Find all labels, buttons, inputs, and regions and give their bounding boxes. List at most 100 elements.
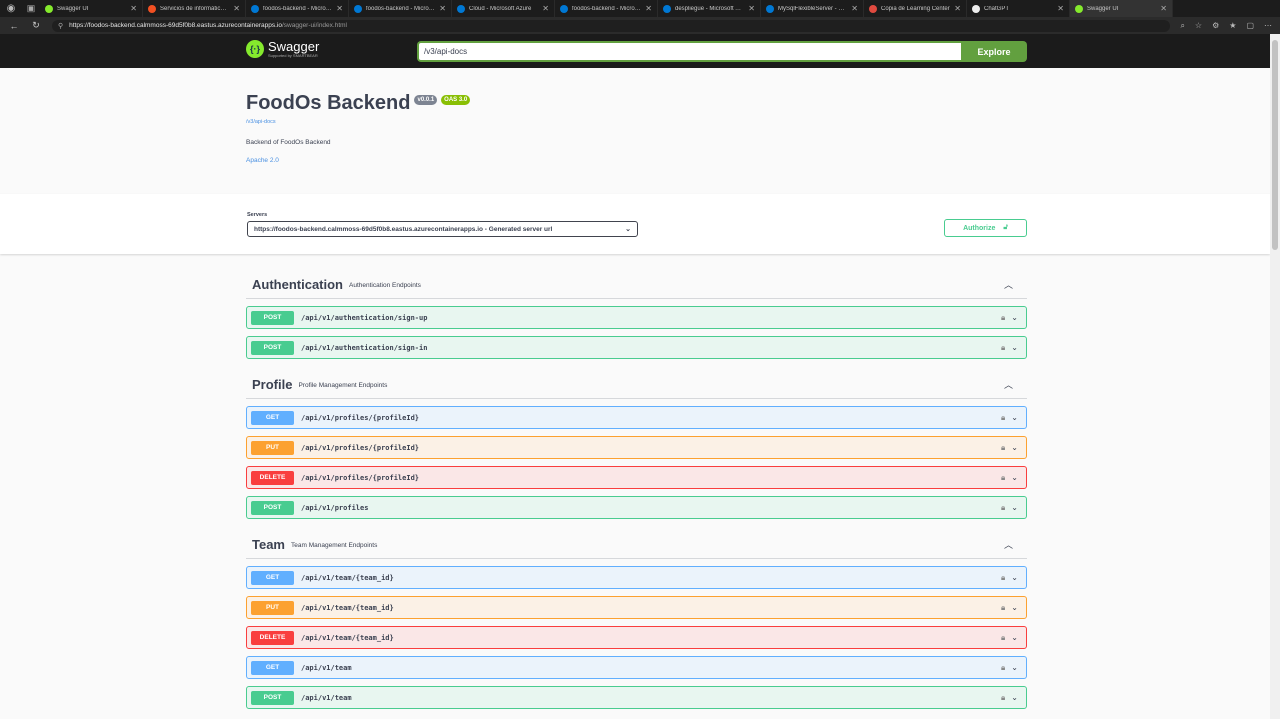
- license-link[interactable]: Apache 2.0: [246, 157, 470, 164]
- url-field[interactable]: ⚲ https://foodos-backend.calmmoss-69d5f0…: [52, 19, 1171, 32]
- lock-icon[interactable]: 🔒︎: [1001, 413, 1005, 423]
- tab-close-icon[interactable]: ✕: [336, 4, 343, 13]
- tab-close-icon[interactable]: ✕: [954, 4, 961, 13]
- chevron-up-icon[interactable]: ︿: [1004, 278, 1013, 291]
- tab-favicon-icon: [663, 4, 671, 13]
- api-docs-link[interactable]: /v3/api-docs: [246, 119, 470, 125]
- swagger-page: {·} Swagger Supported by SMARTBEAR /v3/a…: [0, 34, 1270, 719]
- chevron-down-icon[interactable]: ⌄: [1011, 693, 1018, 702]
- scrollbar-thumb[interactable]: [1272, 40, 1278, 250]
- tab-close-icon[interactable]: ✕: [542, 4, 549, 13]
- lock-icon[interactable]: 🔒︎: [1001, 313, 1005, 323]
- browser-tab[interactable]: foodos-backend - Microsoft Azure✕: [555, 0, 658, 17]
- site-info-icon[interactable]: ⚲: [58, 22, 63, 30]
- lock-icon[interactable]: 🔒︎: [1001, 633, 1005, 643]
- chevron-down-icon[interactable]: ⌄: [1011, 313, 1018, 322]
- tag-header[interactable]: Authentication Authentication Endpoints ︿: [246, 271, 1027, 299]
- chevron-down-icon[interactable]: ⌄: [1011, 573, 1018, 582]
- extension-icons: ⌕ ☆ ⚙ ★ ▢ ⋯: [1180, 21, 1272, 31]
- lock-icon[interactable]: 🔒︎: [1001, 503, 1005, 513]
- back-icon[interactable]: ←: [8, 21, 20, 31]
- browser-tab[interactable]: foodos-backend - Microsoft Azure✕: [246, 0, 349, 17]
- tab-close-icon[interactable]: ✕: [851, 4, 858, 13]
- browser-tab[interactable]: Copia de Learning Center ✕: [864, 0, 967, 17]
- method-badge: GET: [251, 660, 294, 675]
- operation-row[interactable]: DELETE/api/v1/profiles/{profileId} 🔒︎ ⌄: [246, 466, 1027, 489]
- tab-label: Swagger UI: [1087, 5, 1119, 12]
- operation-row[interactable]: POST/api/v1/authentication/sign-up 🔒︎ ⌄: [246, 306, 1027, 329]
- chevron-down-icon[interactable]: ⌄: [1011, 413, 1018, 422]
- chevron-down-icon[interactable]: ⌄: [1011, 503, 1018, 512]
- operation-row[interactable]: PUT/api/v1/profiles/{profileId} 🔒︎ ⌄: [246, 436, 1027, 459]
- operation-row[interactable]: POST/api/v1/team 🔒︎ ⌄: [246, 686, 1027, 709]
- operation-path: /api/v1/team/{team_id}: [301, 603, 394, 612]
- lock-icon[interactable]: 🔒︎: [1001, 473, 1005, 483]
- lock-icon[interactable]: 🔒︎: [1001, 693, 1005, 703]
- page-scrollbar[interactable]: [1270, 34, 1280, 719]
- explore-input[interactable]: /v3/api-docs: [417, 41, 962, 62]
- lock-icon[interactable]: 🔒︎: [1001, 603, 1005, 613]
- operation-path: /api/v1/team: [301, 693, 352, 702]
- chevron-up-icon[interactable]: ︿: [1004, 538, 1013, 551]
- oas-badge: OAS 3.0: [441, 95, 471, 105]
- tab-favicon-icon: [972, 4, 980, 13]
- extension-icon[interactable]: ⚙: [1212, 21, 1219, 31]
- browser-tab[interactable]: ChatGPT ✕: [967, 0, 1070, 17]
- chevron-down-icon[interactable]: ⌄: [1011, 603, 1018, 612]
- browser-tab[interactable]: despliegue - Microsoft Azure ✕: [658, 0, 761, 17]
- collections-icon[interactable]: ▢: [1246, 21, 1254, 31]
- method-badge: POST: [251, 310, 294, 325]
- browser-tab[interactable]: foodos-backend - Microsoft Azure✕: [349, 0, 452, 17]
- chevron-down-icon[interactable]: ⌄: [1011, 633, 1018, 642]
- chevron-down-icon[interactable]: ⌄: [1011, 663, 1018, 672]
- lock-icon[interactable]: 🔒︎: [1001, 343, 1005, 353]
- tag-header[interactable]: Profile Profile Management Endpoints ︿: [246, 371, 1027, 399]
- operation-path: /api/v1/team/{team_id}: [301, 573, 394, 582]
- tab-close-icon[interactable]: ✕: [233, 4, 240, 13]
- swagger-logo[interactable]: {·} Swagger Supported by SMARTBEAR: [246, 40, 319, 58]
- operation-row[interactable]: GET/api/v1/team 🔒︎ ⌄: [246, 656, 1027, 679]
- browser-tab[interactable]: Servicios de informática en la nube ✕: [143, 0, 246, 17]
- operation-row[interactable]: PUT/api/v1/team/{team_id} 🔒︎ ⌄: [246, 596, 1027, 619]
- tab-label: Copia de Learning Center: [881, 5, 950, 12]
- reading-icon[interactable]: ☆: [1195, 21, 1202, 31]
- chevron-down-icon[interactable]: ⌄: [1011, 443, 1018, 452]
- browser-tab[interactable]: Swagger UI ✕: [1070, 0, 1173, 17]
- method-badge: PUT: [251, 600, 294, 615]
- tab-close-icon[interactable]: ✕: [1160, 4, 1167, 13]
- settings-icon[interactable]: ⋯: [1264, 21, 1272, 31]
- tag-header[interactable]: Team Team Management Endpoints ︿: [246, 531, 1027, 559]
- lock-icon[interactable]: 🔒︎: [1001, 573, 1005, 583]
- favorites-icon[interactable]: ★: [1229, 21, 1236, 31]
- browser-tab[interactable]: Cloud - Microsoft Azure ✕: [452, 0, 555, 17]
- operation-row[interactable]: GET/api/v1/team/{team_id} 🔒︎ ⌄: [246, 566, 1027, 589]
- chevron-up-icon[interactable]: ︿: [1004, 378, 1013, 391]
- tab-close-icon[interactable]: ✕: [748, 4, 755, 13]
- tab-close-icon[interactable]: ✕: [130, 4, 137, 13]
- tab-close-icon[interactable]: ✕: [645, 4, 652, 13]
- zoom-icon[interactable]: ⌕: [1180, 21, 1184, 31]
- chevron-down-icon[interactable]: ⌄: [1011, 473, 1018, 482]
- api-info: FoodOs Backend v0.0.1 OAS 3.0 /v3/api-do…: [246, 92, 471, 164]
- profile-icon[interactable]: ◉: [0, 0, 22, 17]
- tab-actions-icon[interactable]: ▣: [22, 0, 40, 17]
- operation-row[interactable]: POST/api/v1/authentication/sign-in 🔒︎ ⌄: [246, 336, 1027, 359]
- tag-section-authentication: Authentication Authentication Endpoints ︿ P…: [246, 271, 1027, 359]
- browser-tab[interactable]: MySqlFlexibleServer - Microsoft ✕: [761, 0, 864, 17]
- reload-icon[interactable]: ↻: [30, 20, 42, 31]
- operation-row[interactable]: POST/api/v1/profiles 🔒︎ ⌄: [246, 496, 1027, 519]
- api-title: FoodOs Backend: [246, 92, 411, 114]
- lock-icon[interactable]: 🔒︎: [1001, 443, 1005, 453]
- lock-icon: 🔓︎: [1003, 224, 1008, 231]
- authorize-button[interactable]: Authorize 🔓︎: [944, 219, 1027, 237]
- operation-row[interactable]: GET/api/v1/profiles/{profileId} 🔒︎ ⌄: [246, 406, 1027, 429]
- server-select[interactable]: https://foodos-backend.calmmoss-69d5f0b8…: [247, 221, 638, 237]
- logo-sub: Supported by SMARTBEAR: [268, 53, 318, 58]
- chevron-down-icon[interactable]: ⌄: [1011, 343, 1018, 352]
- operation-row[interactable]: DELETE/api/v1/team/{team_id} 🔒︎ ⌄: [246, 626, 1027, 649]
- browser-tab[interactable]: Swagger UI ✕: [40, 0, 143, 17]
- lock-icon[interactable]: 🔒︎: [1001, 663, 1005, 673]
- tab-close-icon[interactable]: ✕: [439, 4, 446, 13]
- tab-close-icon[interactable]: ✕: [1057, 4, 1064, 13]
- explore-button[interactable]: Explore: [961, 41, 1027, 62]
